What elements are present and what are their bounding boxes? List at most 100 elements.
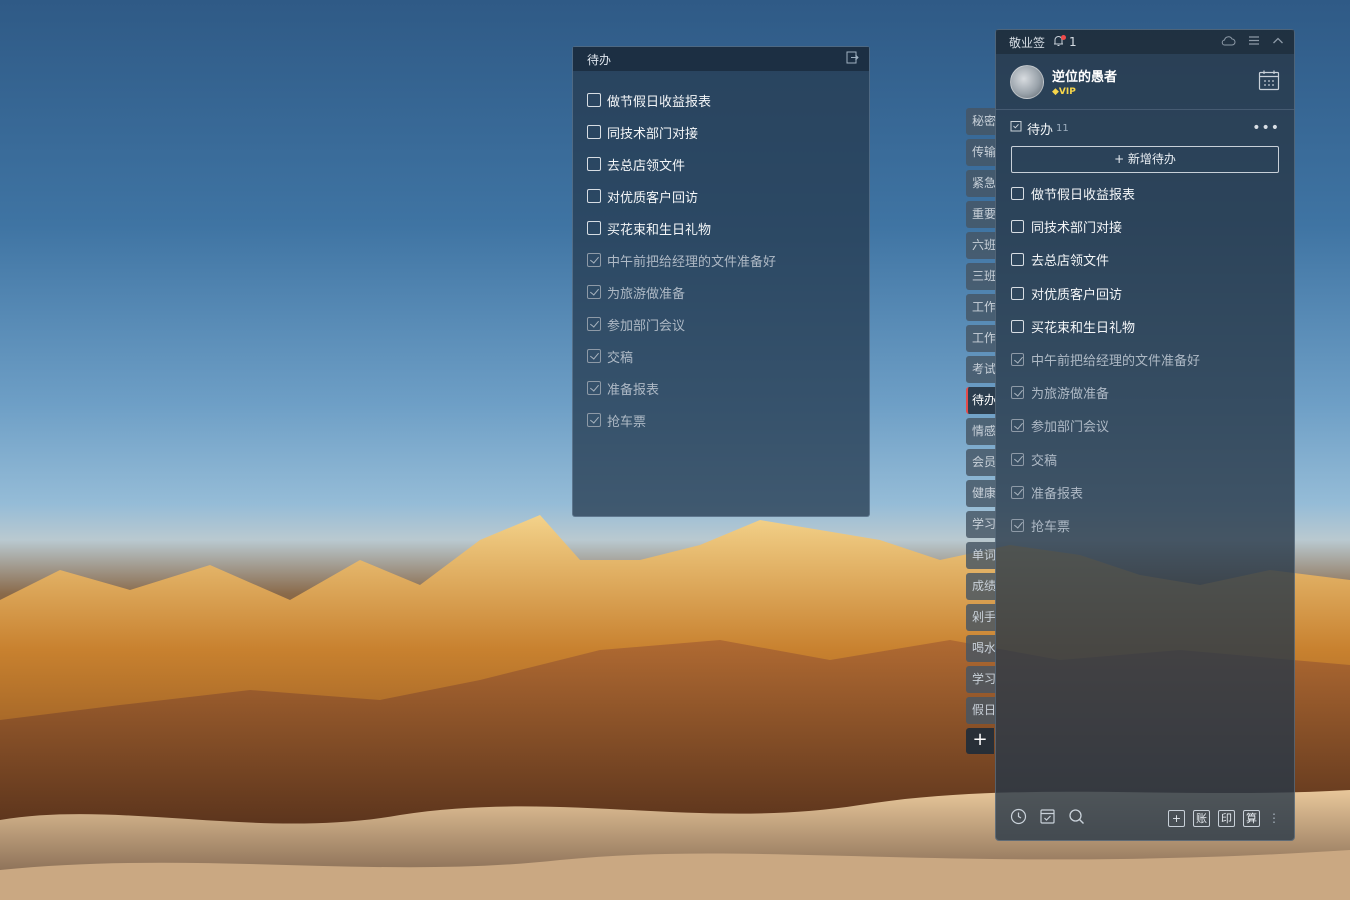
main-panel-header[interactable]: 敬业签 1 bbox=[996, 30, 1294, 54]
todo-item[interactable]: 做节假日收益报表 bbox=[996, 177, 1294, 210]
todo-item[interactable]: 同技术部门对接 bbox=[996, 210, 1294, 243]
cloud-sync-icon[interactable] bbox=[1221, 35, 1236, 49]
checkbox-checked[interactable] bbox=[1011, 518, 1024, 532]
checkbox[interactable] bbox=[587, 157, 601, 171]
todo-text: 抢车票 bbox=[607, 414, 647, 430]
category-tab[interactable]: 健康 bbox=[966, 480, 996, 507]
checkbox-checked[interactable] bbox=[587, 317, 601, 331]
category-tab[interactable]: 三班 bbox=[966, 263, 996, 290]
more-options-icon[interactable]: ••• bbox=[1252, 120, 1280, 136]
category-tab[interactable]: 六班 bbox=[966, 232, 996, 259]
todo-item[interactable]: 准备报表 bbox=[996, 476, 1294, 509]
checkbox-checked[interactable] bbox=[587, 381, 601, 395]
category-tab[interactable]: 传输 bbox=[966, 139, 996, 166]
checkbox[interactable] bbox=[1011, 319, 1024, 333]
todo-item[interactable]: 为旅游做准备 bbox=[996, 376, 1294, 409]
add-button[interactable]: + bbox=[1168, 809, 1185, 827]
category-tab[interactable]: 学习 bbox=[966, 666, 996, 693]
todo-text: 做节假日收益报表 bbox=[607, 94, 712, 110]
user-profile-row: 逆位的愚者 ◆VIP bbox=[996, 54, 1294, 110]
vip-badge: ◆VIP bbox=[1052, 87, 1076, 97]
print-button[interactable]: 印 bbox=[1218, 809, 1235, 827]
todo-item[interactable]: 准备报表 bbox=[573, 372, 869, 404]
category-tab[interactable]: 秘密 bbox=[966, 108, 996, 135]
category-tab[interactable]: 情感 bbox=[966, 418, 996, 445]
category-tab[interactable]: 假日 bbox=[966, 697, 996, 724]
menu-icon[interactable] bbox=[1248, 35, 1260, 49]
collapse-icon[interactable] bbox=[1272, 35, 1284, 49]
checkbox-checked[interactable] bbox=[587, 349, 601, 363]
category-tab[interactable]: 喝水 bbox=[966, 635, 996, 662]
notification-count: 1 bbox=[1069, 35, 1077, 49]
todo-text: 同技术部门对接 bbox=[607, 126, 699, 142]
avatar[interactable] bbox=[1010, 64, 1044, 99]
category-tabs: 秘密 传输 紧急 重要 六班 三班 工作 工作 考试 待办 情感 会员 健康 学习 单词 成绩 剁手 喝水 学习 假日… bbox=[966, 108, 996, 754]
todo-section-header: 待办 11 ••• bbox=[996, 110, 1294, 146]
todo-item[interactable]: 抢车票 bbox=[573, 404, 869, 436]
more-vertical-icon[interactable]: ⋮ bbox=[1268, 811, 1280, 825]
floating-window-header[interactable]: 待办 bbox=[573, 47, 869, 71]
notification-button[interactable]: 1 bbox=[1053, 34, 1077, 50]
todo-item[interactable]: 对优质客户回访 bbox=[996, 277, 1294, 310]
add-category-button[interactable]: + bbox=[966, 728, 994, 754]
ledger-button[interactable]: 账 bbox=[1193, 809, 1210, 827]
category-tab[interactable]: 学习 bbox=[966, 511, 996, 538]
checkbox-checked[interactable] bbox=[587, 253, 601, 267]
checkbox-checked[interactable] bbox=[587, 285, 601, 299]
todo-item[interactable]: 对优质客户回访 bbox=[573, 180, 869, 212]
calculator-button[interactable]: 算 bbox=[1243, 809, 1260, 827]
category-tab[interactable]: 成绩 bbox=[966, 573, 996, 600]
search-icon[interactable] bbox=[1068, 808, 1085, 829]
todo-section-title: 待办 bbox=[1027, 122, 1054, 138]
checkbox-checked[interactable] bbox=[1011, 419, 1024, 433]
checkbox[interactable] bbox=[1011, 253, 1024, 267]
todo-item[interactable]: 抢车票 bbox=[996, 509, 1294, 542]
checkbox-checked[interactable] bbox=[587, 413, 601, 427]
todo-item[interactable]: 参加部门会议 bbox=[573, 308, 869, 340]
category-tab[interactable]: 考试 bbox=[966, 356, 996, 383]
checkbox-checked[interactable] bbox=[1011, 452, 1024, 466]
floating-todo-window[interactable]: 待办 做节假日收益报表 同技术部门对接 去总店领文件对优质客户回访 买花束和生日礼物中… bbox=[572, 46, 870, 517]
new-todo-button[interactable]: + 新增待办 bbox=[1011, 146, 1279, 173]
todo-item[interactable]: 去总店领文件 bbox=[996, 243, 1294, 276]
todo-item[interactable]: 买花束和生日礼物 bbox=[573, 212, 869, 244]
checkbox[interactable] bbox=[587, 93, 601, 107]
category-tab[interactable]: 剁手 bbox=[966, 604, 996, 631]
todo-text: 去总店领文件 bbox=[607, 158, 686, 174]
category-tab[interactable]: 工作 bbox=[966, 325, 996, 352]
todo-item[interactable]: 中午前把给经理的文件准备好 bbox=[573, 244, 869, 276]
main-panel[interactable]: 敬业签 1 逆位的愚者 ◆VIP 待办 11 ••• + 新增待办 做节假日收益… bbox=[995, 29, 1295, 841]
todo-item[interactable]: 为旅游做准备 bbox=[573, 276, 869, 308]
checklist-icon[interactable] bbox=[1039, 808, 1056, 829]
todo-item[interactable]: 参加部门会议 bbox=[996, 409, 1294, 442]
checkbox[interactable] bbox=[587, 125, 601, 139]
checkbox-checked[interactable] bbox=[1011, 386, 1024, 400]
todo-item[interactable]: 中午前把给经理的文件准备好 bbox=[996, 343, 1294, 376]
checkbox[interactable] bbox=[1011, 286, 1024, 300]
todo-section-icon bbox=[1010, 120, 1022, 136]
floating-window-title: 待办 bbox=[587, 52, 612, 67]
category-tab[interactable]: 会员 bbox=[966, 449, 996, 476]
checkbox[interactable] bbox=[587, 221, 601, 235]
clock-icon[interactable] bbox=[1010, 808, 1027, 829]
floating-todo-list: 做节假日收益报表 同技术部门对接 去总店领文件对优质客户回访 买花束和生日礼物 中午前把… bbox=[573, 71, 869, 436]
category-tab[interactable]: 紧急 bbox=[966, 170, 996, 197]
category-tab[interactable]: 单词 bbox=[966, 542, 996, 569]
category-tab[interactable]: 重要 bbox=[966, 201, 996, 228]
checkbox[interactable] bbox=[1011, 220, 1024, 234]
category-tab[interactable]: 待办 bbox=[966, 387, 996, 414]
todo-item[interactable]: 去总店领文件 bbox=[573, 148, 869, 180]
todo-item[interactable]: 买花束和生日礼物 bbox=[996, 310, 1294, 343]
todo-item[interactable]: 交稿 bbox=[996, 443, 1294, 476]
checkbox[interactable] bbox=[1011, 187, 1024, 201]
todo-item[interactable]: 同技术部门对接 bbox=[573, 116, 869, 148]
todo-text: 为旅游做准备 bbox=[607, 286, 686, 302]
todo-item[interactable]: 交稿 bbox=[573, 340, 869, 372]
calendar-icon[interactable] bbox=[1258, 69, 1280, 95]
checkbox[interactable] bbox=[587, 189, 601, 203]
todo-item[interactable]: 做节假日收益报表 bbox=[573, 84, 869, 116]
checkbox-checked[interactable] bbox=[1011, 485, 1024, 499]
checkbox-checked[interactable] bbox=[1011, 353, 1024, 367]
category-tab[interactable]: 工作 bbox=[966, 294, 996, 321]
exit-icon[interactable] bbox=[846, 51, 859, 67]
